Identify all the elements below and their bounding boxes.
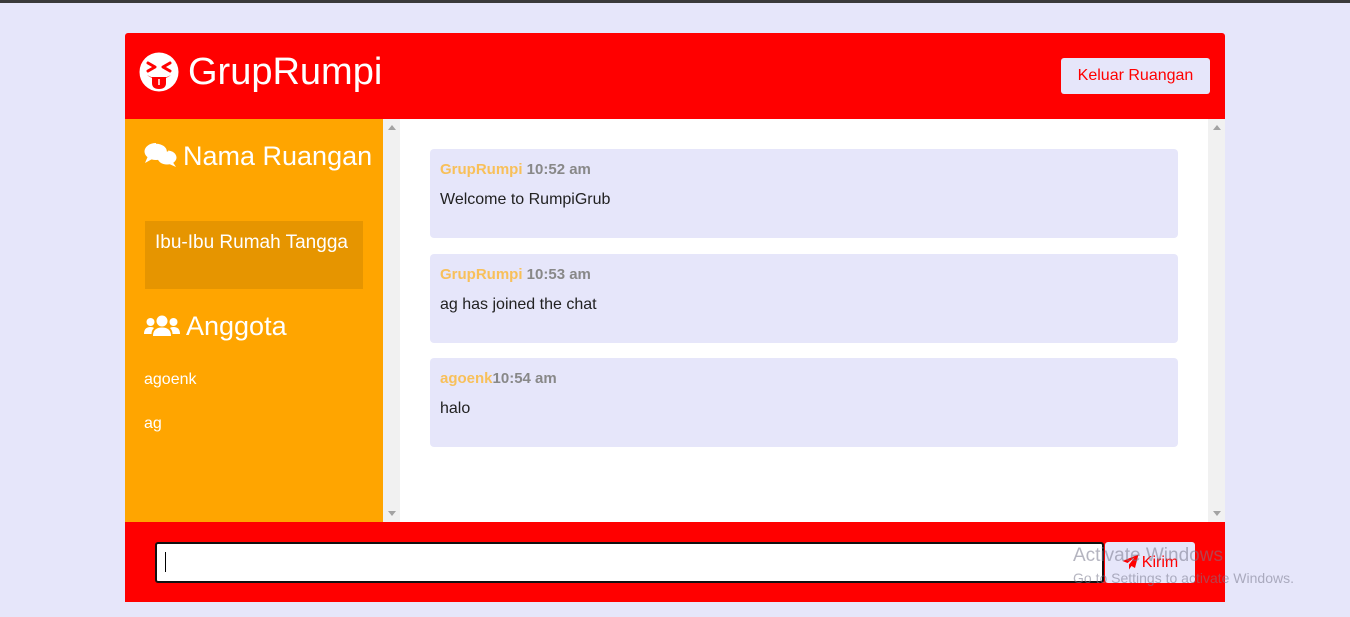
message-time: 10:52 am (526, 161, 591, 178)
sidebar: Nama Ruangan Ibu-Ibu Rumah Tangga Anggot… (125, 119, 383, 522)
message-username: GrupRumpi (440, 266, 523, 283)
chat-app: GrupRumpi Keluar Ruangan Nama Ruangan Ib… (125, 33, 1225, 602)
chat-scrollbar[interactable] (1208, 119, 1225, 522)
header: GrupRumpi Keluar Ruangan (125, 33, 1225, 119)
watermark-title: Activate Windows (1073, 545, 1223, 566)
message-composer: Kirim (125, 522, 1225, 602)
message-username: GrupRumpi (440, 161, 523, 178)
leave-room-button[interactable]: Keluar Ruangan (1061, 58, 1210, 94)
room-name: Ibu-Ibu Rumah Tangga (145, 221, 363, 289)
chat-message: GrupRumpi 10:53 am ag has joined the cha… (430, 254, 1178, 343)
app-title: GrupRumpi (188, 51, 383, 93)
message-time: 10:53 am (526, 266, 591, 283)
window-top-border (0, 0, 1350, 3)
message-text: ag has joined the chat (440, 296, 597, 313)
message-meta: GrupRumpi 10:53 am (440, 265, 1168, 285)
message-meta: agoenk10:54 am (440, 369, 1168, 389)
grin-squint-tongue-icon (139, 52, 179, 92)
member-item: agoenk (144, 371, 197, 388)
member-item: ag (144, 415, 162, 432)
chat-message: agoenk10:54 am halo (430, 358, 1178, 447)
scroll-down-arrow-icon[interactable] (388, 511, 396, 516)
sidebar-scrollbar[interactable] (383, 119, 400, 522)
message-text: Welcome to RumpiGrub (440, 191, 611, 208)
message-time: 10:54 am (492, 370, 557, 387)
message-input[interactable] (155, 542, 1104, 583)
activate-windows-watermark: Activate Windows Go to Settings to activ… (1073, 545, 1294, 587)
room-heading: Nama Ruangan (144, 139, 374, 173)
room-heading-label: Nama Ruangan (183, 141, 373, 171)
members-heading-label: Anggota (186, 311, 287, 341)
message-username: agoenk (440, 370, 493, 387)
chat-messages: GrupRumpi 10:52 am Welcome to RumpiGrub … (400, 119, 1208, 522)
chat-message: GrupRumpi 10:52 am Welcome to RumpiGrub (430, 149, 1178, 238)
text-caret (165, 552, 166, 572)
message-meta: GrupRumpi 10:52 am (440, 160, 1168, 180)
comments-icon (144, 142, 177, 167)
scroll-down-arrow-icon[interactable] (1213, 511, 1221, 516)
message-text: halo (440, 400, 471, 417)
users-icon (144, 315, 180, 336)
scroll-up-arrow-icon[interactable] (388, 125, 396, 130)
scroll-up-arrow-icon[interactable] (1213, 125, 1221, 130)
members-heading: Anggota (144, 309, 374, 343)
watermark-subtitle: Go to Settings to activate Windows. (1073, 570, 1294, 586)
